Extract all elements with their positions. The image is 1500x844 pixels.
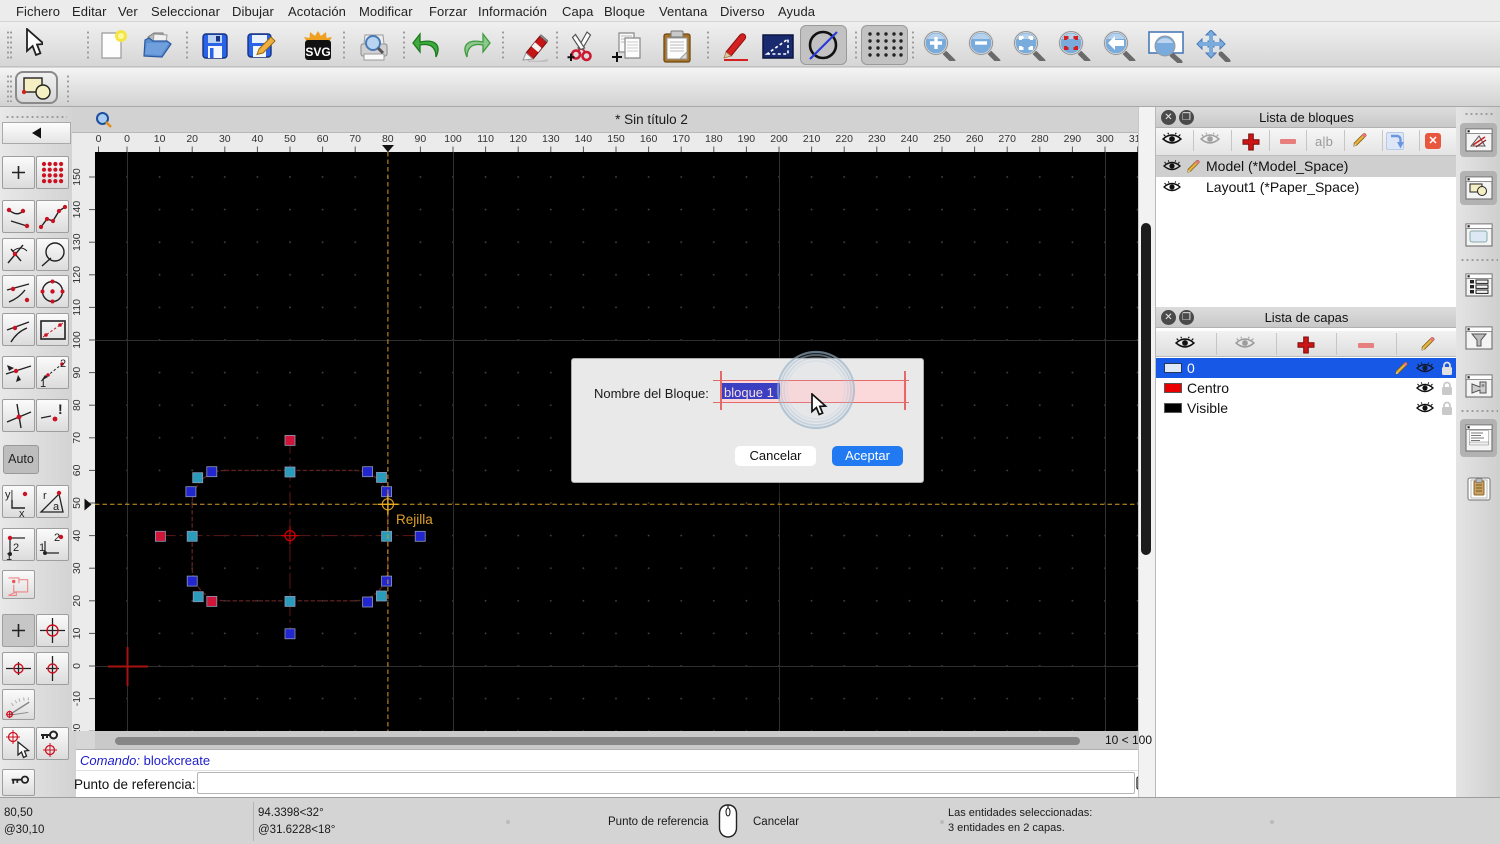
svg-text:40: 40 — [72, 530, 83, 542]
svg-text:40: 40 — [252, 133, 264, 145]
svg-text:110: 110 — [72, 299, 83, 316]
svg-text:290: 290 — [1064, 133, 1082, 145]
svg-text:300: 300 — [1096, 133, 1114, 145]
svg-text:310: 310 — [1129, 133, 1138, 145]
svg-text:-20: -20 — [72, 723, 83, 731]
svg-text:60: 60 — [72, 464, 83, 476]
svg-text:140: 140 — [575, 133, 593, 145]
svg-text:140: 140 — [72, 201, 83, 219]
svg-text:270: 270 — [998, 133, 1016, 145]
svg-text:2: 2 — [54, 532, 60, 544]
svg-text:r: r — [43, 490, 47, 502]
svg-text:250: 250 — [933, 133, 951, 145]
svg-text:0: 0 — [72, 663, 83, 669]
svg-text:Rejilla: Rejilla — [396, 512, 433, 527]
svg-text:10: 10 — [154, 133, 166, 145]
svg-text:260: 260 — [966, 133, 984, 145]
svg-text:120: 120 — [72, 266, 83, 284]
svg-text:70: 70 — [72, 432, 83, 444]
svg-text:190: 190 — [738, 133, 756, 145]
svg-text:-10: -10 — [72, 691, 83, 706]
svg-text:20: 20 — [72, 595, 83, 607]
svg-text:280: 280 — [1031, 133, 1049, 145]
svg-text:30: 30 — [72, 562, 83, 574]
svg-text:130: 130 — [542, 133, 560, 145]
svg-text:210: 210 — [803, 133, 821, 145]
svg-text:180: 180 — [705, 133, 723, 145]
svg-text:50: 50 — [284, 133, 296, 145]
svg-text:100: 100 — [72, 331, 83, 349]
svg-text:80: 80 — [382, 133, 394, 145]
svg-text:a: a — [53, 501, 60, 513]
svg-text:1: 1 — [6, 551, 12, 560]
svg-text:130: 130 — [72, 233, 83, 251]
svg-text:1: 1 — [40, 378, 46, 388]
svg-text:20: 20 — [186, 133, 198, 145]
svg-text:220: 220 — [835, 133, 853, 145]
svg-text:100: 100 — [444, 133, 462, 145]
svg-text:70: 70 — [349, 133, 361, 145]
svg-text:2: 2 — [13, 542, 19, 554]
svg-text:230: 230 — [868, 133, 886, 145]
svg-text:170: 170 — [672, 133, 690, 145]
svg-text:80: 80 — [72, 399, 83, 411]
svg-text:60: 60 — [317, 133, 329, 145]
svg-text:0: 0 — [96, 133, 102, 145]
svg-text:120: 120 — [509, 133, 527, 145]
svg-text:y|: y| — [5, 489, 13, 501]
svg-text:!: ! — [58, 401, 63, 417]
svg-text:2: 2 — [60, 358, 66, 370]
svg-text:200: 200 — [770, 133, 788, 145]
svg-text:1: 1 — [39, 542, 45, 554]
svg-text:SVG: SVG — [305, 45, 330, 59]
svg-text:90: 90 — [415, 133, 427, 145]
svg-text:90: 90 — [72, 367, 83, 379]
svg-text:50: 50 — [72, 497, 83, 509]
svg-text:x: x — [19, 508, 25, 517]
svg-text:160: 160 — [640, 133, 658, 145]
svg-text:0: 0 — [124, 133, 130, 145]
svg-text:10: 10 — [72, 627, 83, 639]
svg-text:150: 150 — [72, 168, 83, 186]
svg-text:30: 30 — [219, 133, 231, 145]
svg-text:150: 150 — [607, 133, 625, 145]
svg-text:110: 110 — [477, 133, 494, 145]
svg-text:240: 240 — [901, 133, 919, 145]
